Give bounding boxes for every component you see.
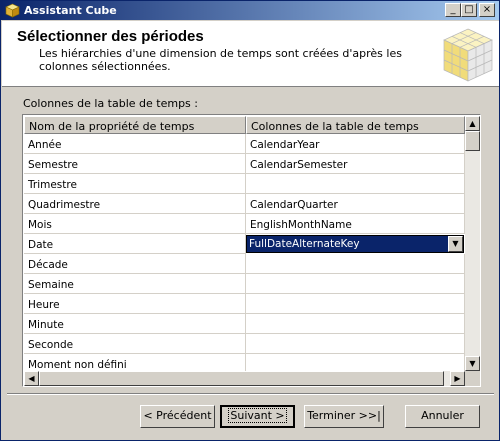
cube-wizard-icon [443, 28, 493, 82]
table-column-cell[interactable] [246, 294, 465, 314]
table-column-cell[interactable] [246, 254, 465, 274]
table-row[interactable]: Quadrimestre CalendarQuarter [24, 194, 465, 214]
scroll-down-icon[interactable]: ▼ [465, 356, 480, 371]
table-row[interactable]: Moment non défini [24, 354, 465, 371]
property-name-cell: Décade [24, 254, 246, 274]
table-column-cell[interactable] [246, 354, 465, 371]
finish-button[interactable]: Terminer >>| [304, 405, 384, 428]
maximize-button[interactable]: □ [461, 3, 477, 17]
grid-label: Colonnes de la table de temps : [23, 97, 198, 110]
table-row[interactable]: Date FullDateAlternateKey ▼ [24, 234, 465, 254]
table-column-cell[interactable]: EnglishMonthName [246, 214, 465, 234]
column-dropdown[interactable]: FullDateAlternateKey ▼ [246, 235, 464, 253]
table-row[interactable]: Minute [24, 314, 465, 334]
scrollbar-corner [465, 371, 480, 386]
dropdown-selected-value: FullDateAlternateKey [249, 238, 360, 250]
property-name-cell: Semestre [24, 154, 246, 174]
property-name-cell: Moment non défini [24, 354, 246, 371]
table-column-cell[interactable]: CalendarYear [246, 134, 465, 154]
grid-body: Nom de la propriété de temps Colonnes de… [24, 116, 465, 371]
table-column-cell[interactable]: CalendarSemester [246, 154, 465, 174]
dropdown-arrow-icon[interactable]: ▼ [448, 236, 463, 252]
column-header-property[interactable]: Nom de la propriété de temps [24, 116, 246, 134]
property-name-cell: Date [24, 234, 246, 254]
minimize-button[interactable]: _ [445, 3, 461, 17]
table-row[interactable]: Heure [24, 294, 465, 314]
scroll-right-icon[interactable]: ▶ [450, 371, 465, 386]
wizard-window: Assistant Cube _ □ × Sélectionner des pé… [0, 0, 500, 441]
next-button[interactable]: Suivant > [220, 405, 295, 428]
table-column-cell[interactable] [246, 274, 465, 294]
window-title: Assistant Cube [24, 4, 117, 17]
property-name-cell: Quadrimestre [24, 194, 246, 214]
table-column-cell[interactable] [246, 314, 465, 334]
table-column-cell[interactable] [246, 334, 465, 354]
table-row[interactable]: Semestre CalendarSemester [24, 154, 465, 174]
wizard-header: Sélectionner des périodes Les hiérarchie… [2, 21, 499, 87]
footer-divider [7, 393, 494, 395]
horizontal-scroll-thumb[interactable] [39, 371, 444, 386]
table-row[interactable]: Trimestre [24, 174, 465, 194]
cancel-button[interactable]: Annuler [405, 405, 480, 428]
vertical-scrollbar[interactable]: ▲ ▼ [465, 116, 480, 371]
column-header-table-column[interactable]: Colonnes de la table de temps [246, 116, 465, 134]
table-row[interactable]: Décade [24, 254, 465, 274]
property-name-cell: Minute [24, 314, 246, 334]
title-bar[interactable]: Assistant Cube _ □ × [1, 1, 499, 20]
table-row[interactable]: Seconde [24, 334, 465, 354]
property-name-cell: Mois [24, 214, 246, 234]
table-column-cell[interactable] [246, 174, 465, 194]
scroll-up-icon[interactable]: ▲ [465, 116, 480, 131]
property-name-cell: Heure [24, 294, 246, 314]
page-title: Sélectionner des périodes [17, 28, 204, 45]
cube-app-icon [5, 3, 20, 18]
property-name-cell: Seconde [24, 334, 246, 354]
next-button-label: Suivant > [228, 408, 287, 423]
table-row[interactable]: Semaine [24, 274, 465, 294]
scroll-left-icon[interactable]: ◀ [24, 371, 39, 386]
back-button[interactable]: < Précédent [140, 405, 215, 428]
horizontal-scrollbar[interactable]: ◀ ▶ [24, 371, 465, 386]
property-name-cell: Trimestre [24, 174, 246, 194]
page-description: Les hiérarchies d'une dimension de temps… [39, 47, 402, 73]
property-name-cell: Année [24, 134, 246, 154]
vertical-scroll-thumb[interactable] [465, 131, 480, 151]
property-name-cell: Semaine [24, 274, 246, 294]
table-row[interactable]: Mois EnglishMonthName [24, 214, 465, 234]
table-row[interactable]: Année CalendarYear [24, 134, 465, 154]
time-columns-grid[interactable]: Nom de la propriété de temps Colonnes de… [22, 114, 481, 387]
table-column-cell[interactable]: CalendarQuarter [246, 194, 465, 214]
close-button[interactable]: × [479, 3, 495, 17]
